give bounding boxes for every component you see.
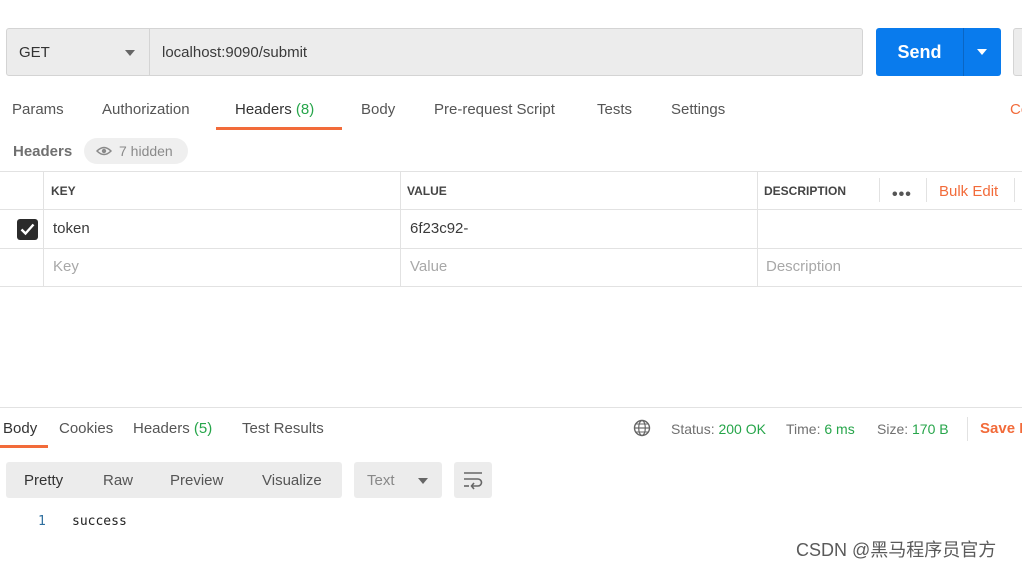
response-divider <box>0 407 1022 408</box>
new-description-input[interactable]: Description <box>766 258 841 275</box>
response-tab-headers[interactable]: Headers (5) <box>133 420 212 437</box>
column-divider <box>879 178 880 202</box>
status-value: 200 OK <box>718 421 766 437</box>
response-body-text: success <box>72 514 127 529</box>
tab-headers-count: (8) <box>295 101 315 118</box>
new-value-input[interactable]: Value <box>410 258 447 275</box>
format-tab-visualize[interactable]: Visualize <box>262 472 322 489</box>
response-tab-headers-count: (5) <box>193 420 213 437</box>
save-response-button[interactable]: Save R <box>980 420 1022 437</box>
column-divider <box>43 171 44 287</box>
time-value: 6 ms <box>824 421 855 437</box>
response-tab-headers-label: Headers <box>133 420 190 437</box>
status-label: Status: <box>671 421 715 437</box>
save-button-edge[interactable] <box>1013 28 1022 76</box>
tab-tests[interactable]: Tests <box>597 101 632 118</box>
column-divider <box>1014 178 1015 202</box>
column-divider <box>926 178 927 202</box>
url-value: localhost:9090/submit <box>162 43 308 61</box>
column-header-description: DESCRIPTION <box>764 184 847 198</box>
response-time: Time: 6 ms <box>786 421 855 437</box>
column-divider <box>757 171 758 287</box>
response-tab-test-results[interactable]: Test Results <box>242 420 324 437</box>
tab-pre-request-script[interactable]: Pre-request Script <box>434 101 555 118</box>
column-divider <box>400 171 401 287</box>
table-border-top <box>0 171 1022 172</box>
cookies-link[interactable]: Co <box>1010 101 1022 118</box>
tab-headers-label: Headers <box>235 101 292 118</box>
response-tab-cookies[interactable]: Cookies <box>59 420 113 437</box>
wrap-text-icon <box>464 472 483 490</box>
bulk-edit-link[interactable]: Bulk Edit <box>939 183 998 200</box>
response-status: Status: 200 OK <box>671 421 766 437</box>
more-options-icon[interactable]: ••• <box>892 186 912 204</box>
globe-icon[interactable] <box>633 419 651 437</box>
watermark: CSDN @黑马程序员官方 <box>796 540 997 560</box>
size-label: Size: <box>877 421 909 437</box>
column-header-key: KEY <box>51 184 76 198</box>
hidden-headers-count: 7 hidden <box>119 143 173 159</box>
tab-headers[interactable]: Headers (8) <box>235 101 314 118</box>
send-button[interactable]: Send <box>876 28 963 76</box>
active-tab-indicator <box>216 127 342 130</box>
tab-authorization[interactable]: Authorization <box>102 101 190 118</box>
method-value: GET <box>19 43 50 61</box>
send-options-dropdown[interactable] <box>963 28 1001 76</box>
table-divider <box>0 209 1022 210</box>
table-divider <box>0 248 1022 249</box>
check-icon <box>20 223 35 236</box>
header-value-cell[interactable]: 6f23c92- <box>410 220 468 237</box>
chevron-down-icon <box>125 50 135 56</box>
eye-icon <box>96 146 112 156</box>
format-tab-raw[interactable]: Raw <box>103 472 133 489</box>
tab-settings[interactable]: Settings <box>671 101 725 118</box>
time-label: Time: <box>786 421 821 437</box>
divider <box>967 417 968 441</box>
wrap-lines-button[interactable] <box>454 462 492 498</box>
column-header-value: VALUE <box>407 184 447 198</box>
header-enabled-checkbox[interactable] <box>17 219 38 240</box>
new-key-input[interactable]: Key <box>53 258 79 275</box>
language-select[interactable]: Text <box>354 462 442 498</box>
line-number: 1 <box>38 514 46 529</box>
format-tab-pretty[interactable]: Pretty <box>24 472 63 489</box>
headers-section-title: Headers <box>13 143 73 160</box>
url-input[interactable]: localhost:9090/submit <box>150 28 863 76</box>
response-tab-body[interactable]: Body <box>3 420 37 437</box>
tab-body[interactable]: Body <box>361 101 395 118</box>
table-border-bottom <box>0 286 1022 287</box>
header-key-cell[interactable]: token <box>53 220 90 237</box>
format-tab-preview[interactable]: Preview <box>170 472 223 489</box>
hidden-headers-toggle[interactable]: 7 hidden <box>84 138 188 164</box>
response-size: Size: 170 B <box>877 421 949 437</box>
language-select-value: Text <box>367 471 395 489</box>
chevron-down-icon <box>418 478 428 484</box>
active-response-tab-indicator <box>0 445 48 448</box>
size-value: 170 B <box>912 421 949 437</box>
method-select[interactable]: GET <box>6 28 150 76</box>
tab-params[interactable]: Params <box>12 101 64 118</box>
